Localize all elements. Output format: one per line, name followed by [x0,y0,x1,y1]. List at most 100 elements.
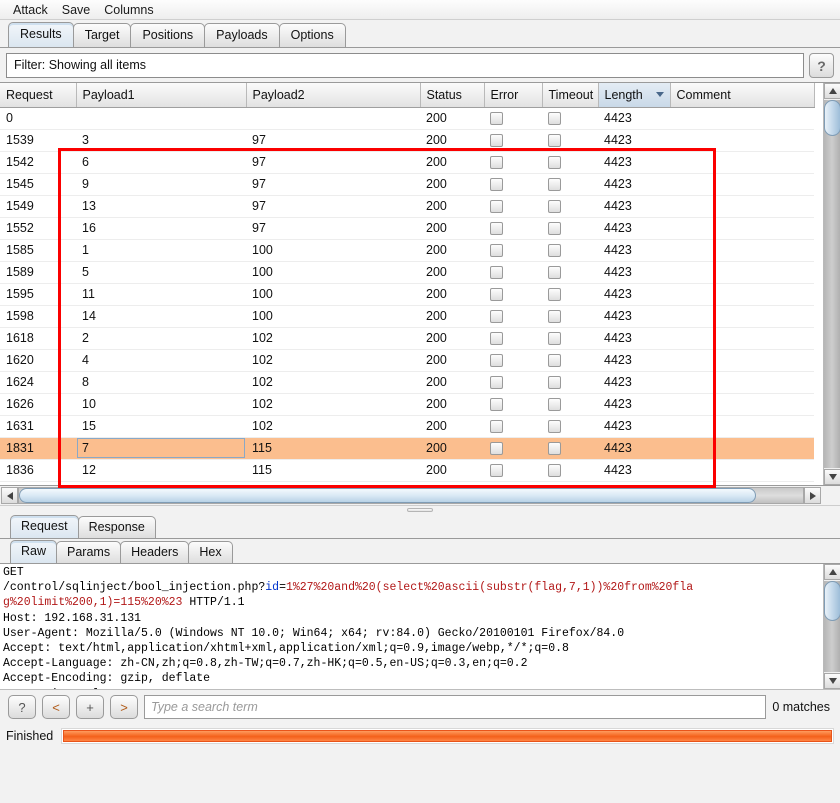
cell-payload1[interactable]: 1 [76,239,246,262]
search-prev-button[interactable]: < [42,695,70,719]
request-scroll-up-arrow-icon[interactable] [824,564,840,580]
scroll-up-arrow-icon[interactable] [824,83,840,99]
splitter-grip-icon[interactable] [407,507,433,512]
cell-request[interactable]: 1542 [0,151,76,174]
search-next-button[interactable]: > [110,695,138,719]
request-scroll-track[interactable] [824,581,840,672]
hscroll-thumb[interactable] [19,488,756,503]
request-vertical-scrollbar[interactable] [823,564,840,689]
table-row[interactable]: 1549 13 97 200 4423 [0,195,814,218]
cell-payload2[interactable] [246,107,420,130]
filter-input[interactable]: Filter: Showing all items [6,53,804,78]
search-input[interactable]: Type a search term [144,695,767,719]
cell-error[interactable] [484,415,542,438]
results-vertical-scrollbar[interactable] [823,83,840,485]
cell-payload2[interactable]: 102 [246,327,420,350]
cell-payload1[interactable]: 14 [76,305,246,328]
cell-comment[interactable] [670,393,814,416]
error-checkbox[interactable] [490,112,503,126]
timeout-checkbox[interactable] [548,420,561,434]
panel-splitter[interactable] [0,506,840,513]
cell-payload1[interactable]: 16 [76,217,246,240]
cell-comment[interactable] [670,151,814,174]
hscroll-track[interactable] [18,487,804,504]
cell-comment[interactable] [670,327,814,350]
error-checkbox[interactable] [490,156,503,170]
cell-request[interactable]: 1626 [0,393,76,416]
scroll-right-arrow-icon[interactable] [804,487,821,504]
cell-payload1[interactable]: 2 [76,327,246,350]
cell-payload2[interactable]: 97 [246,151,420,174]
cell-comment[interactable] [670,371,814,394]
cell-timeout[interactable] [542,371,598,394]
cell-error[interactable] [484,283,542,306]
column-header-payload1[interactable]: Payload1 [76,83,247,108]
cell-comment[interactable] [670,195,814,218]
cell-request[interactable]: 1585 [0,239,76,262]
column-header-length[interactable]: Length [598,83,671,108]
cell-length[interactable]: 4423 [598,393,670,416]
tab-headers[interactable]: Headers [120,541,190,563]
cell-request[interactable]: 1552 [0,217,76,240]
cell-status[interactable]: 200 [420,305,484,328]
cell-error[interactable] [484,173,542,196]
cell-payload2[interactable]: 97 [246,173,420,196]
cell-length[interactable]: 4423 [598,415,670,438]
tab-params[interactable]: Params [56,541,122,563]
tab-payloads[interactable]: Payloads [204,23,280,47]
cell-payload1[interactable] [76,107,246,130]
table-row[interactable]: 0 200 4423 [0,107,814,130]
request-scroll-down-arrow-icon[interactable] [824,673,840,689]
cell-comment[interactable] [670,261,814,284]
cell-error[interactable] [484,239,542,262]
cell-error[interactable] [484,459,542,482]
error-checkbox[interactable] [490,134,503,148]
tab-raw[interactable]: Raw [10,540,58,563]
cell-status[interactable]: 200 [420,283,484,306]
timeout-checkbox[interactable] [548,134,561,148]
cell-request[interactable]: 1624 [0,371,76,394]
error-checkbox[interactable] [490,332,503,346]
timeout-checkbox[interactable] [548,222,561,236]
error-checkbox[interactable] [490,200,503,214]
error-checkbox[interactable] [490,178,503,192]
column-header-timeout[interactable]: Timeout [542,83,599,108]
cell-payload1[interactable]: 9 [76,173,246,196]
error-checkbox[interactable] [490,266,503,280]
cell-payload1[interactable]: 13 [76,195,246,218]
tab-request[interactable]: Request [10,515,79,538]
timeout-checkbox[interactable] [548,398,561,412]
cell-timeout[interactable] [542,415,598,438]
cell-error[interactable] [484,195,542,218]
cell-status[interactable]: 200 [420,349,484,372]
request-raw-text[interactable]: GET/control/sqlinject/bool_injection.php… [3,565,822,689]
scroll-down-arrow-icon[interactable] [824,469,840,485]
cell-status[interactable]: 200 [420,261,484,284]
filter-help-icon[interactable]: ? [809,53,834,78]
cell-length[interactable]: 4423 [598,327,670,350]
cell-status[interactable]: 200 [420,217,484,240]
cell-length[interactable]: 4423 [598,129,670,152]
cell-payload2[interactable]: 102 [246,371,420,394]
cell-timeout[interactable] [542,195,598,218]
cell-payload2[interactable]: 97 [246,217,420,240]
cell-status[interactable]: 200 [420,129,484,152]
results-horizontal-scrollbar[interactable] [0,486,840,506]
menu-save[interactable]: Save [55,1,98,19]
search-add-button[interactable]: + [76,695,104,719]
timeout-checkbox[interactable] [548,178,561,192]
cell-payload2[interactable]: 115 [246,459,420,482]
cell-comment[interactable] [670,239,814,262]
cell-payload1[interactable]: 6 [76,151,246,174]
table-row[interactable]: 1589 5 100 200 4423 [0,261,814,284]
table-row[interactable]: 1542 6 97 200 4423 [0,151,814,174]
cell-payload1[interactable]: 15 [76,415,246,438]
error-checkbox[interactable] [490,464,503,478]
cell-timeout[interactable] [542,459,598,482]
error-checkbox[interactable] [490,398,503,412]
cell-error[interactable] [484,217,542,240]
cell-status[interactable]: 200 [420,151,484,174]
cell-error[interactable] [484,129,542,152]
timeout-checkbox[interactable] [548,112,561,126]
error-checkbox[interactable] [490,442,503,456]
